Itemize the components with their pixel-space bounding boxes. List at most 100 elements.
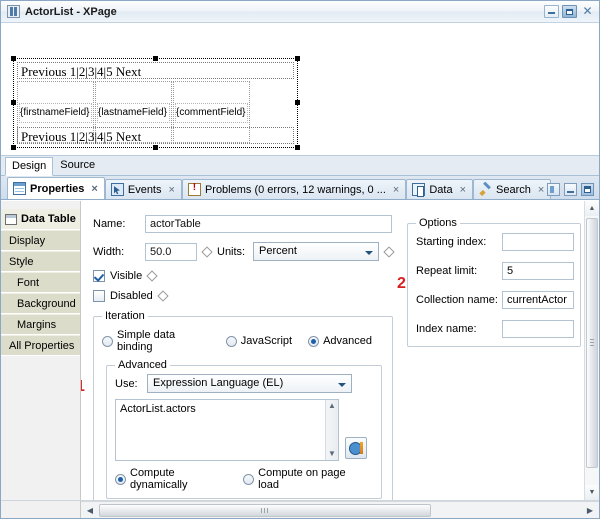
use-select[interactable]: Expression Language (EL) <box>147 374 352 393</box>
view-menu-icon[interactable] <box>547 183 560 196</box>
visible-row: Visible <box>93 270 399 282</box>
category-data-table-label: Data Table <box>21 209 76 230</box>
radio-simple-data-binding-label: Simple data binding <box>117 329 210 353</box>
category-font[interactable]: Font <box>1 272 80 293</box>
resize-handle-e[interactable] <box>295 100 300 105</box>
disabled-binding-diamond-icon[interactable] <box>157 290 168 301</box>
index-name-input[interactable] <box>502 320 574 338</box>
close-button[interactable]: ✕ <box>580 5 595 18</box>
resize-handle-ne[interactable] <box>295 56 300 61</box>
scroll-left-icon[interactable]: ◀ <box>83 506 97 515</box>
scroll-down-icon[interactable]: ▼ <box>585 485 599 500</box>
tab-properties[interactable]: Properties × <box>7 177 105 199</box>
name-input[interactable] <box>145 215 392 233</box>
radio-simple-data-binding[interactable] <box>102 336 113 347</box>
callout-2: 2 <box>397 276 406 292</box>
tab-search-close-icon[interactable]: × <box>538 184 544 196</box>
visible-checkbox[interactable] <box>93 270 105 282</box>
tab-problems-label: Problems (0 errors, 12 warnings, 0 ... <box>205 184 386 196</box>
radio-javascript[interactable] <box>226 336 237 347</box>
properties-horizontal-scrollbar[interactable]: ◀ ▶ <box>81 501 599 518</box>
data-table-icon <box>5 214 17 225</box>
category-all-properties[interactable]: All Properties <box>1 335 80 356</box>
scroll-right-icon[interactable]: ▶ <box>583 506 597 515</box>
vertical-scroll-thumb[interactable] <box>586 218 598 468</box>
options-column: Options Starting index: Repeat limit: Co… <box>399 201 599 500</box>
radio-compute-on-page-load-label: Compute on page load <box>258 467 361 491</box>
repeat-limit-input[interactable] <box>502 262 574 280</box>
resize-handle-se[interactable] <box>295 145 300 150</box>
bottom-left-filler <box>1 501 81 518</box>
resize-handle-sw[interactable] <box>11 145 16 150</box>
pager-top[interactable]: Previous 1|2|3|4|5 Next <box>17 62 294 79</box>
resize-handle-n[interactable] <box>153 56 158 61</box>
width-label: Width: <box>93 246 145 258</box>
category-display[interactable]: Display <box>1 230 80 251</box>
design-canvas[interactable]: Previous 1|2|3|4|5 Next {firstnameField}… <box>1 23 599 156</box>
view-tab-strip: Properties × Events × Problems (0 errors… <box>1 176 599 200</box>
collection-name-input[interactable] <box>502 291 574 309</box>
firstname-field-label[interactable]: {firstnameField} <box>19 103 92 123</box>
minimize-button[interactable] <box>544 5 559 18</box>
data-table-widget[interactable]: Previous 1|2|3|4|5 Next {firstnameField}… <box>13 58 298 148</box>
repeat-limit-row: Repeat limit: <box>416 262 574 280</box>
radio-compute-dynamically-label: Compute dynamically <box>130 467 227 491</box>
pager-bottom[interactable]: Previous 1|2|3|4|5 Next <box>17 127 294 144</box>
window-title: ActorList - XPage <box>25 6 544 18</box>
resize-handle-w[interactable] <box>11 100 16 105</box>
starting-index-input[interactable] <box>502 233 574 251</box>
category-style[interactable]: Style <box>1 251 80 272</box>
radio-compute-on-page-load[interactable] <box>243 474 254 485</box>
horizontal-scroll-thumb[interactable] <box>99 504 431 517</box>
width-binding-diamond-icon[interactable] <box>201 246 212 257</box>
application-window: ActorList - XPage ✕ Previous 1|2|3|4|5 N… <box>0 0 600 519</box>
minimize-view-icon[interactable] <box>564 183 577 196</box>
resize-handle-nw[interactable] <box>11 56 16 61</box>
radio-compute-dynamically[interactable] <box>115 474 126 485</box>
open-script-editor-icon[interactable] <box>345 437 367 459</box>
property-form: Name: Width: Units: Percent Visible <box>81 201 399 500</box>
category-margins[interactable]: Margins <box>1 314 80 335</box>
use-label: Use: <box>115 378 147 390</box>
expression-scrollbar[interactable]: ▲ ▼ <box>325 400 338 460</box>
tab-events-close-icon[interactable]: × <box>169 184 175 196</box>
maximize-view-icon[interactable] <box>581 183 594 196</box>
tab-data[interactable]: Data × <box>406 179 473 199</box>
tab-search-label: Search <box>496 184 531 196</box>
width-input[interactable] <box>145 243 197 261</box>
units-select[interactable]: Percent <box>253 242 379 261</box>
tab-data-close-icon[interactable]: × <box>460 184 466 196</box>
maximize-button[interactable] <box>562 5 577 18</box>
expression-textarea[interactable]: ActorList.actors ▲ ▼ <box>115 399 339 461</box>
visible-binding-diamond-icon[interactable] <box>147 270 158 281</box>
tab-search[interactable]: Search × <box>473 179 551 199</box>
resize-handle-s[interactable] <box>153 145 158 150</box>
category-data-table[interactable]: Data Table <box>1 209 80 230</box>
category-background[interactable]: Background <box>1 293 80 314</box>
search-icon <box>479 183 492 196</box>
tab-design[interactable]: Design <box>5 157 53 176</box>
disabled-checkbox[interactable] <box>93 290 105 302</box>
tab-source[interactable]: Source <box>53 156 102 175</box>
properties-icon <box>13 182 26 195</box>
tab-events[interactable]: Events × <box>105 179 182 199</box>
tab-problems[interactable]: Problems (0 errors, 12 warnings, 0 ... × <box>182 179 406 199</box>
radio-advanced[interactable] <box>308 336 319 347</box>
scroll-up-icon[interactable]: ▲ <box>585 201 599 216</box>
expression-scroll-up-icon[interactable]: ▲ <box>326 400 338 412</box>
comment-field-label[interactable]: {commentField} <box>175 103 248 123</box>
name-label: Name: <box>93 218 145 230</box>
disabled-label: Disabled <box>110 290 153 302</box>
advanced-legend: Advanced <box>115 359 170 371</box>
properties-vertical-scrollbar[interactable]: ▲ ▼ <box>584 201 599 500</box>
tab-events-label: Events <box>128 184 162 196</box>
starting-index-label: Starting index: <box>416 236 502 248</box>
window-controls: ✕ <box>544 5 595 18</box>
units-binding-diamond-icon[interactable] <box>383 246 394 257</box>
tab-properties-close-icon[interactable]: × <box>91 183 97 195</box>
lastname-field-label[interactable]: {lastnameField} <box>97 103 170 123</box>
expression-scroll-down-icon[interactable]: ▼ <box>326 448 338 460</box>
tab-problems-close-icon[interactable]: × <box>393 184 399 196</box>
starting-index-row: Starting index: <box>416 233 574 251</box>
compute-radio-row: Compute dynamically Compute on page load <box>115 467 373 491</box>
